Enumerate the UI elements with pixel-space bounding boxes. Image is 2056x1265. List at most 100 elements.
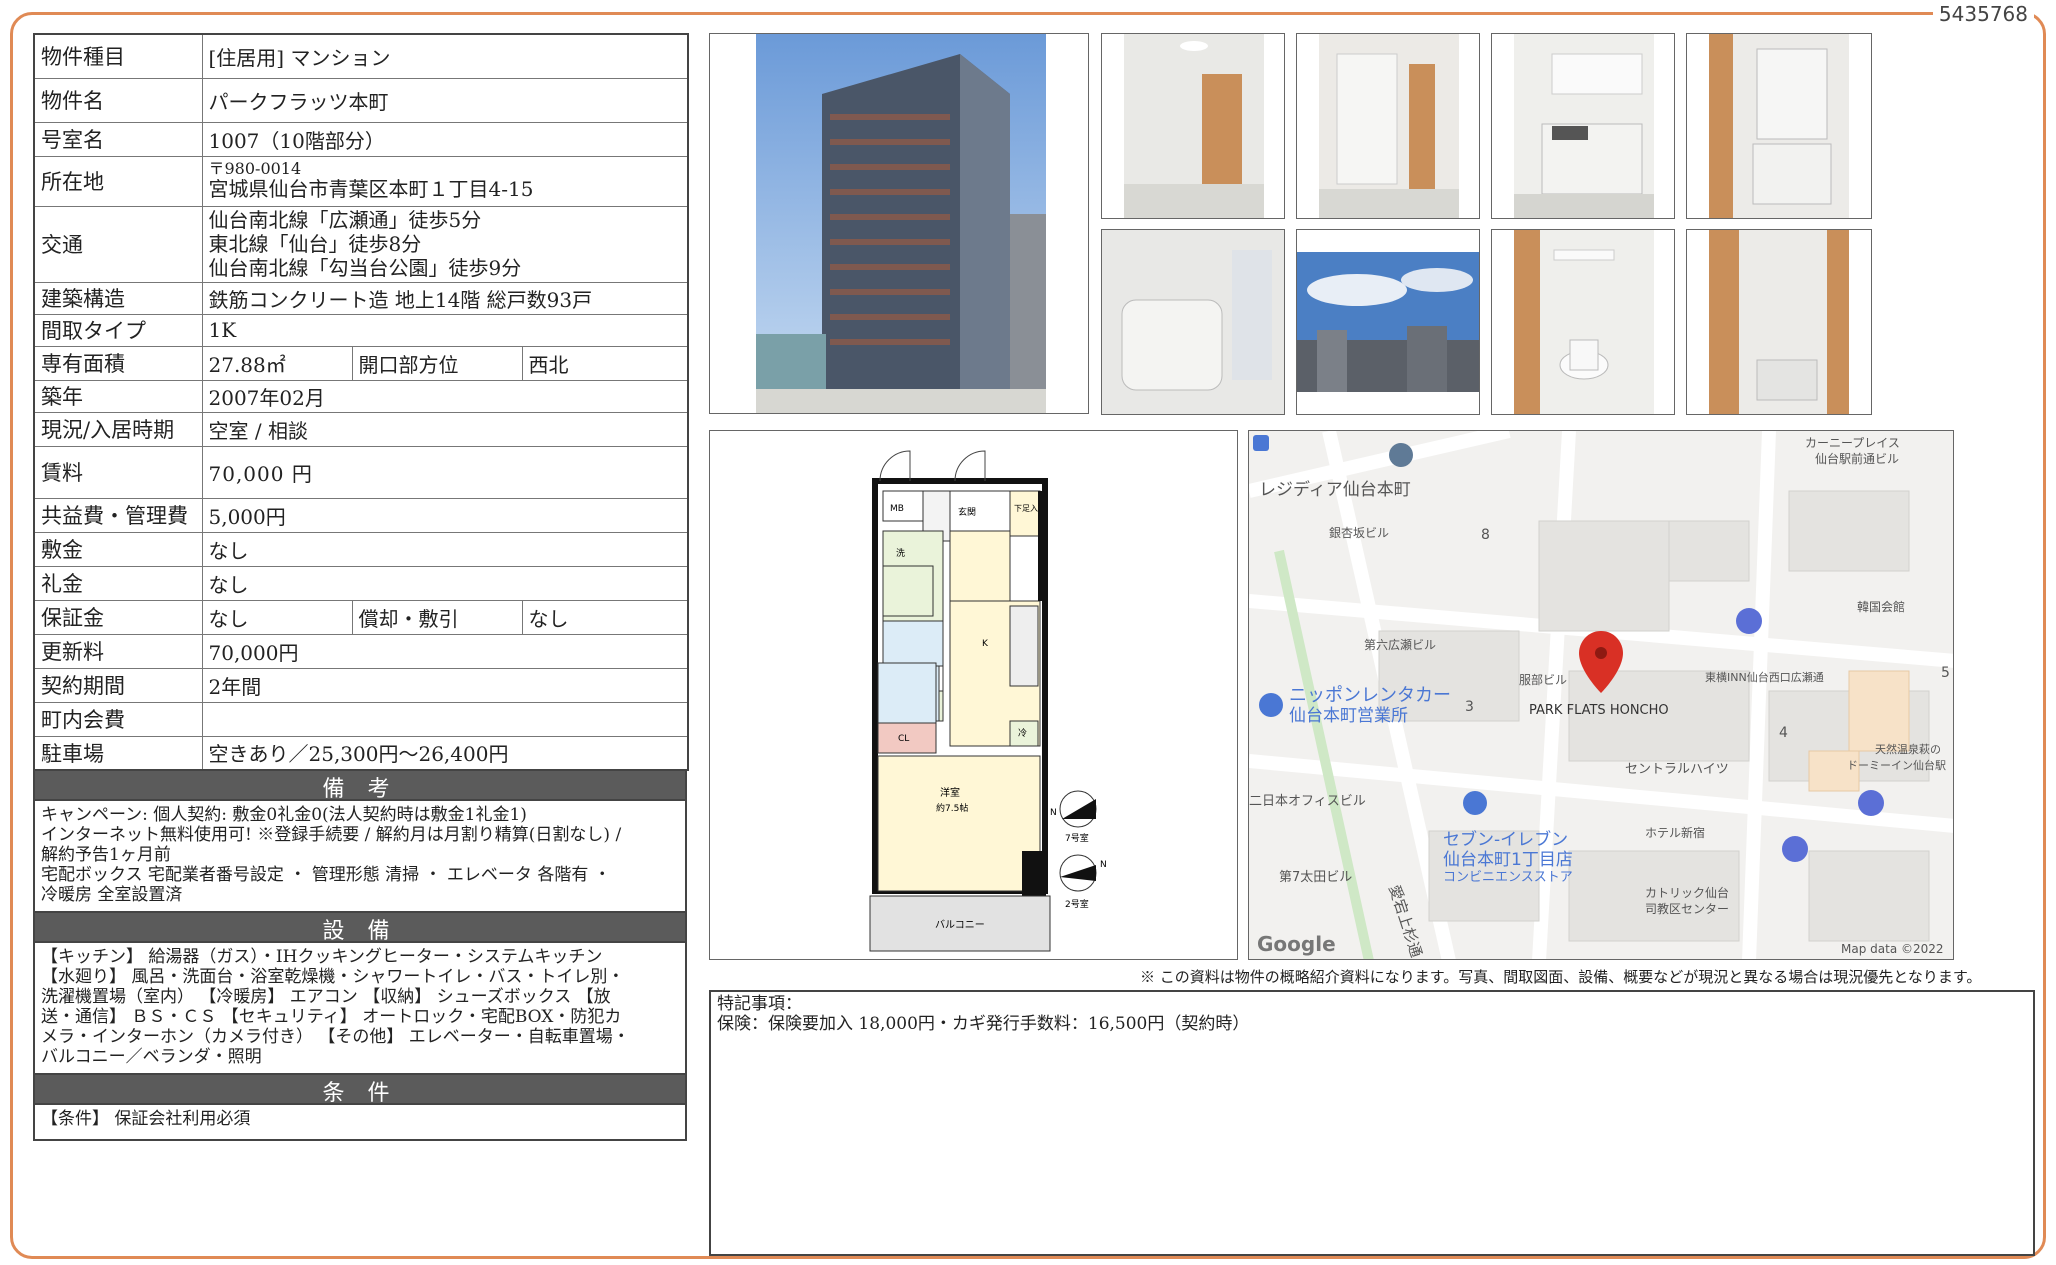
- fp-label-wash: 洗: [896, 547, 905, 559]
- layout-label: 間取タイプ: [33, 313, 203, 347]
- building-exterior-photo: [709, 33, 1089, 414]
- living-room-photo: [1101, 33, 1285, 219]
- map-block-number: 5: [1941, 665, 1950, 681]
- balcony-view-photo: [1296, 229, 1480, 415]
- map-label: コンビニエンスストア: [1443, 870, 1573, 885]
- parking-label: 駐車場: [33, 735, 203, 771]
- renewal-label: 更新料: [33, 633, 203, 669]
- equipment-line: 送・通信】 ＢＳ・ＣＳ 【セキュリティ】 オートロック・宅配BOX・防犯カ: [41, 1007, 622, 1027]
- fp-label-cl: CL: [898, 734, 909, 744]
- renewal-value: 70,000円: [201, 633, 689, 669]
- map-label: ドーミーイン仙台駅: [1847, 758, 1946, 772]
- residence-pin-icon: [1389, 443, 1413, 467]
- remarks-line: インターネット無料使用可! ※登録手続要 / 解約月は月割り精算(日割なし) /: [41, 825, 622, 845]
- traffic-line: 仙台南北線「勾当台公園」徒歩9分: [208, 256, 522, 280]
- map-label: セブン-イレブン: [1443, 829, 1568, 850]
- remarks-line: 冷暖房 全室設置済: [41, 885, 183, 905]
- remarks-line: 宅配ボックス 宅配業者番号設定 ・ 管理形態 清掃 ・ エレベータ 各階有 ・: [41, 865, 611, 885]
- map-block-number: 4: [1779, 725, 1788, 741]
- map-label: ニッポンレンタカー: [1289, 685, 1451, 706]
- fp-label-shoes: 下足入: [1014, 504, 1038, 513]
- bathroom-photo: [1101, 229, 1285, 415]
- washbasin-photo: [1686, 33, 1872, 219]
- map-label: 仙台本町営業所: [1289, 706, 1408, 726]
- transit-icon: [1253, 435, 1269, 451]
- term-label: 契約期間: [33, 667, 203, 703]
- map-label: 仙台本町1丁目店: [1443, 850, 1573, 870]
- fp-label-n1: 7号室: [1065, 832, 1089, 844]
- property-spec-panel: 物件種目 [住居用] マンション 物件名 パークフラッツ本町 号室名 1007（10階…: [33, 33, 689, 1141]
- townfee-value: [201, 701, 689, 737]
- map-block-number: 3: [1465, 699, 1474, 715]
- notes-text: 保険：保険要加入 18,000円・カギ発行手数料：16,500円（契約時）: [717, 1014, 1250, 1034]
- map-label: 第7太田ビル: [1279, 870, 1352, 885]
- direction-label: 開口部方位: [351, 345, 523, 381]
- map-label: 仙台駅前通ビル: [1815, 451, 1899, 466]
- remarks-line: 解約予告1ヶ月前: [41, 845, 171, 865]
- keymoney-label: 礼金: [33, 565, 203, 601]
- map-label: 東横INN仙台西口広瀬通: [1705, 670, 1824, 684]
- amortization-value: なし: [521, 599, 689, 635]
- deposit-label: 敷金: [33, 531, 203, 567]
- remarks-body: キャンペーン: 個人契約: 敷金0礼金0(法人契約時は敷金1礼金1) インターネ…: [33, 801, 687, 913]
- map-label: カーニープレイス: [1805, 436, 1900, 450]
- type-label: 物件種目: [33, 33, 203, 79]
- map-label: 韓国会館: [1857, 599, 1905, 614]
- equipment-body: 【キッチン】 給湯器（ガス）・IHクッキングヒーター・システムキッチン 【水廻り…: [33, 943, 687, 1075]
- conditions-body: 【条件】 保証会社利用必須: [33, 1105, 687, 1141]
- disclaimer: ※ この資料は物件の概略紹介資料になります。写真、間取図面、設備、概要などが現況…: [1140, 968, 1982, 986]
- closet-photo: [1296, 33, 1480, 219]
- fee-label: 共益費・管理費: [33, 497, 203, 533]
- guarantee-value: なし: [201, 599, 353, 635]
- fp-label-n2: 2号室: [1065, 898, 1089, 910]
- fee-value: 5,000円: [201, 497, 689, 533]
- map-label: 服部ビル: [1519, 672, 1567, 687]
- deposit-value: なし: [201, 531, 689, 567]
- address-value: 宮城県仙台市青葉区本町１丁目4-15: [208, 177, 534, 201]
- fp-label-room: 洋室: [940, 786, 960, 799]
- map-label: レジディア仙台本町: [1259, 479, 1411, 500]
- conditions-header: 条 件: [33, 1075, 687, 1106]
- spec-table: 物件種目 [住居用] マンション 物件名 パークフラッツ本町 号室名 1007（10階…: [33, 33, 689, 771]
- map-label: 第六広瀬ビル: [1364, 638, 1436, 652]
- term-value: 2年間: [201, 667, 689, 703]
- parking-value: 空きあり／25,300円〜26,400円: [201, 735, 689, 771]
- kitchen-photo: [1491, 33, 1675, 219]
- fp-north-1: N: [1050, 808, 1057, 818]
- townfee-label: 町内会費: [33, 701, 203, 737]
- fp-north-2: N: [1100, 860, 1107, 870]
- equipment-line: メラ・インターホン（カメラ付き） 【その他】 エレベーター・自転車置場・: [41, 1027, 630, 1047]
- map-label: セントラルハイツ: [1625, 762, 1729, 777]
- map-label: 銀杏坂ビル: [1329, 526, 1389, 540]
- amortization-label: 償却・敷引: [351, 599, 523, 635]
- equipment-line: 洗濯機置場（室内） 【冷暖房】 エアコン 【収納】 シューズボックス 【放: [41, 987, 611, 1007]
- map-label: 二日本オフィスビル: [1249, 794, 1366, 809]
- fp-label-fridge: 冷: [1018, 727, 1027, 739]
- convenience-store-icon: [1463, 791, 1487, 815]
- floor-plan: MB 玄関 下足入 洗 CL K 冷 洋室 約7.5帖 バルコニー 7号室 2号…: [709, 430, 1238, 960]
- name-value: パークフラッツ本町: [201, 77, 689, 123]
- traffic-cell: 仙台南北線「広瀬通」徒歩5分 東北線「仙台」徒歩8分 仙台南北線「勾当台公園」徒歩9…: [201, 205, 689, 283]
- map-label: カトリック仙台: [1645, 885, 1729, 900]
- rent-value: 70,000 円: [201, 445, 689, 499]
- fp-label-mb: MB: [890, 504, 904, 514]
- structure-label: 建築構造: [33, 281, 203, 315]
- fp-label-room-size: 約7.5帖: [936, 802, 968, 814]
- traffic-label: 交通: [33, 205, 203, 283]
- remarks-header: 備 考: [33, 771, 687, 802]
- laundry-space-photo: [1686, 229, 1872, 415]
- keymoney-value: なし: [201, 565, 689, 601]
- toilet-photo: [1491, 229, 1675, 415]
- map-attribution: Map data ©2022: [1841, 942, 1944, 956]
- special-notes-box: 特記事項： 保険：保険要加入 18,000円・カギ発行手数料：16,500円（契…: [709, 990, 2035, 1256]
- layout-value: 1K: [201, 313, 689, 347]
- fp-label-balcony: バルコニー: [935, 919, 985, 931]
- google-logo: Google: [1257, 932, 1336, 956]
- area-value: 27.88㎡: [201, 345, 353, 381]
- map-label: 司教区センター: [1645, 901, 1729, 916]
- status-value: 空室 / 相談: [201, 411, 689, 447]
- guarantee-label: 保証金: [33, 599, 203, 635]
- room-label: 号室名: [33, 121, 203, 157]
- equipment-line: 【キッチン】 給湯器（ガス）・IHクッキングヒーター・システムキッチン: [41, 947, 603, 967]
- built-value: 2007年02月: [201, 379, 689, 413]
